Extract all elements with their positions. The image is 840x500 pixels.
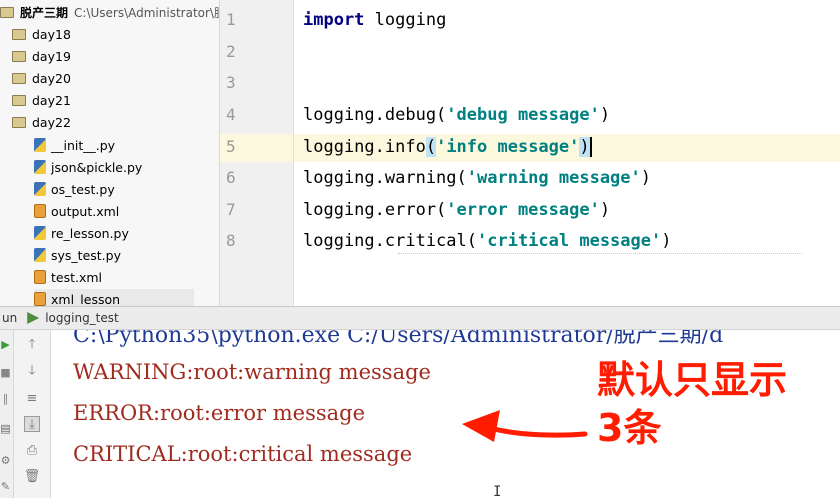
annotation-line-2: 3条 xyxy=(597,406,662,450)
annotation-text: 默认只显示 3条 xyxy=(597,356,787,452)
annotation-line-1: 默认只显示 xyxy=(597,358,788,402)
